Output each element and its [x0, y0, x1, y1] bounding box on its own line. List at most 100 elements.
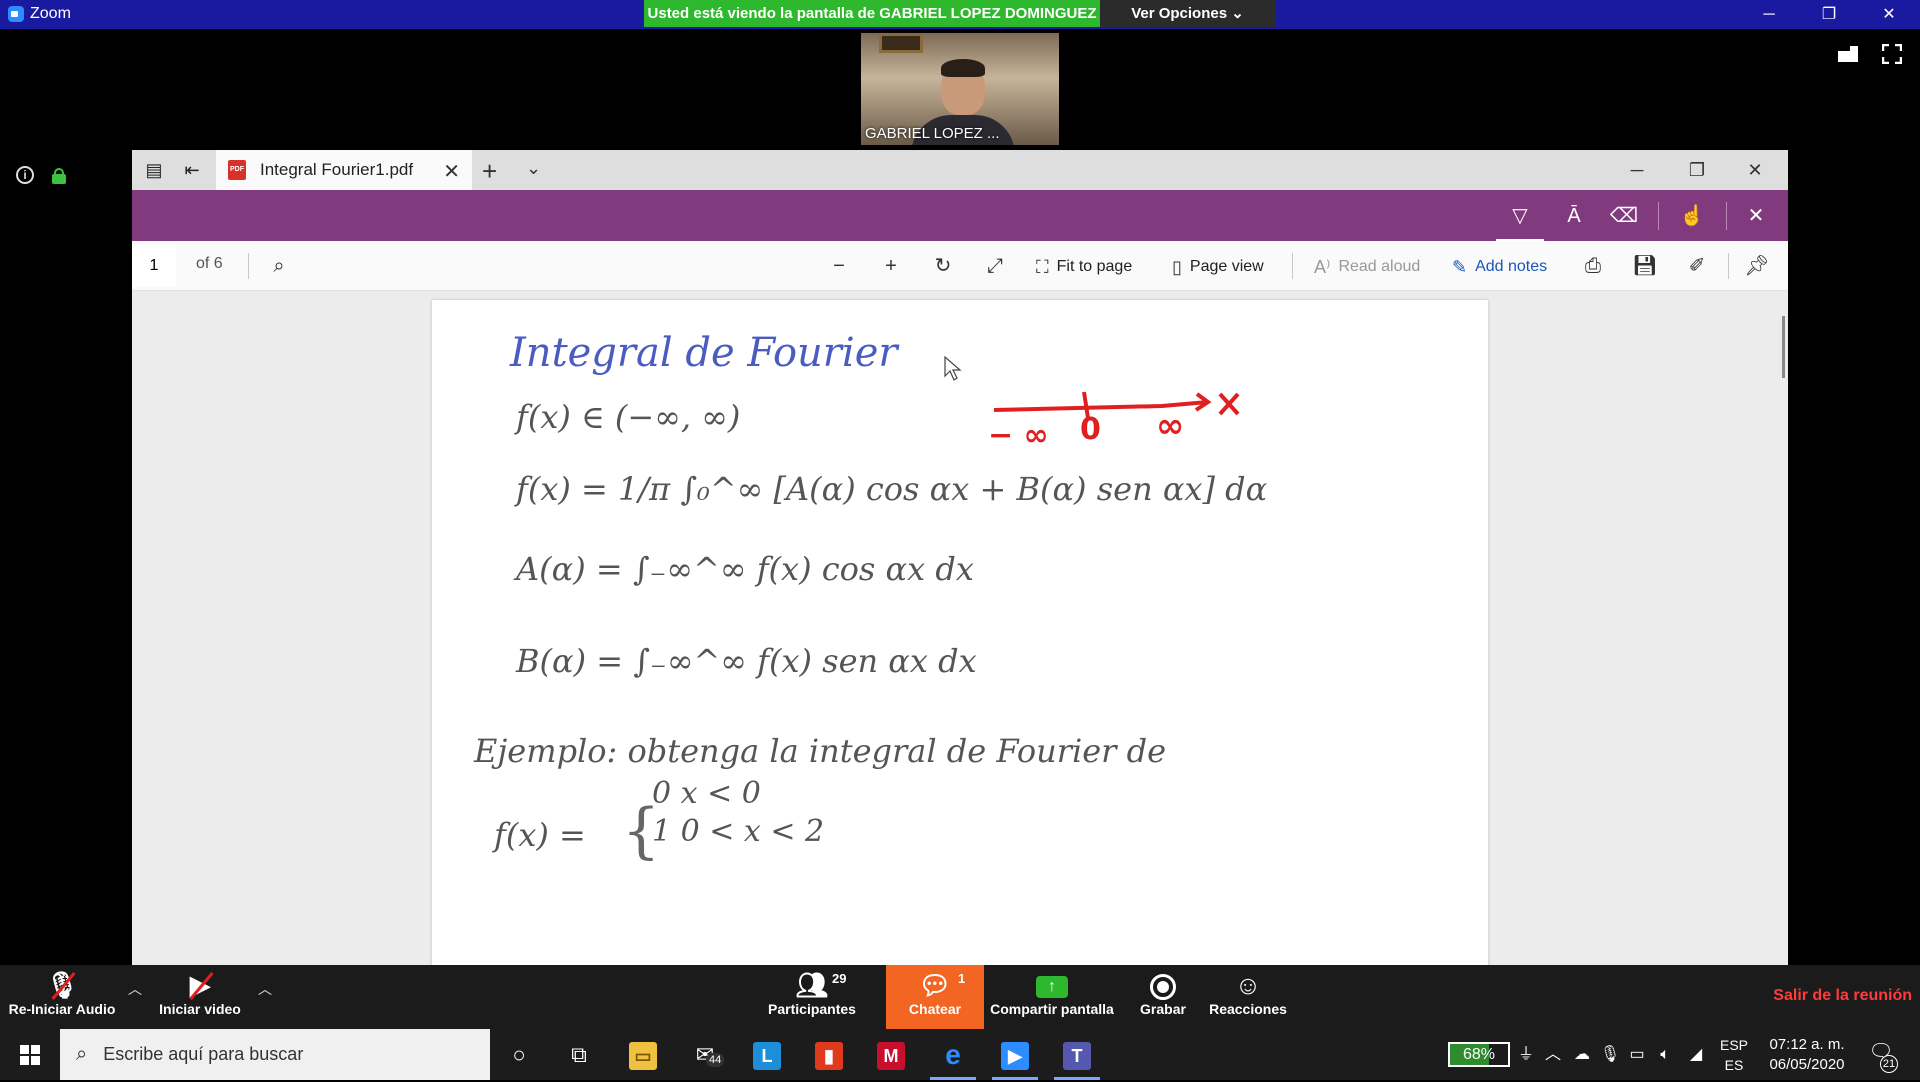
reactions-button[interactable]: ☺︎ Reacciones	[1206, 965, 1290, 1029]
zoom-title-text: Zoom	[30, 5, 71, 22]
toolbar-separator	[1292, 253, 1293, 279]
edge-minimize-button[interactable]: ─	[1612, 154, 1662, 186]
audio-button[interactable]: 🎙︎ Re-Iniciar Audio	[0, 965, 124, 1029]
notifications-count: 21	[1880, 1055, 1898, 1073]
rotate-icon[interactable]: ↻	[928, 252, 958, 280]
mail-icon[interactable]: ✉ 44	[676, 1029, 734, 1080]
notifications-icon[interactable]: 🗨︎ 21	[1866, 1039, 1898, 1073]
show-hidden-icons-chevron-icon[interactable]: ︿	[1540, 1029, 1566, 1080]
battery-indicator[interactable]: 68%	[1448, 1042, 1510, 1067]
cortana-icon[interactable]: ○	[490, 1029, 548, 1080]
ink-separator	[1726, 202, 1727, 230]
read-aloud-button[interactable]: A⁾ Read aloud	[1314, 254, 1420, 280]
audio-options-chevron-icon[interactable]: ︿	[128, 979, 142, 999]
start-button[interactable]	[0, 1029, 60, 1080]
zoom-out-icon[interactable]: −	[824, 252, 854, 280]
zoom-app-title: Zoom	[8, 5, 71, 23]
mail-badge: 44	[706, 1053, 725, 1067]
l-app-icon[interactable]: L	[738, 1029, 796, 1080]
tab-pdf[interactable]: PDF Integral Fourier1.pdf ✕	[216, 150, 472, 190]
edge-close-button[interactable]: ✕	[1730, 154, 1780, 186]
add-notes-button[interactable]: ✎ Add notes	[1452, 254, 1547, 280]
close-button[interactable]: ✕	[1866, 0, 1912, 29]
share-screen-button[interactable]: ↑ Compartir pantalla	[986, 965, 1118, 1029]
leave-meeting-button[interactable]: Salir de la reunión	[1773, 987, 1912, 1005]
participants-count: 29	[832, 971, 847, 986]
wifi-icon[interactable]: ◢	[1682, 1029, 1710, 1080]
file-explorer-icon[interactable]: ▭	[614, 1029, 672, 1080]
document-viewer[interactable]: Integral de Fourier f(x) ∈ (−∞, ∞) f(x) …	[132, 291, 1788, 965]
edge-restore-button[interactable]: ❐	[1672, 154, 1722, 186]
tab-bar: ▤ ⇤ PDF Integral Fourier1.pdf ✕ + ⌄ ─ ❐ …	[132, 150, 1788, 190]
zoom-taskbar-icon[interactable]: ▶	[986, 1029, 1044, 1080]
language-primary: ESP	[1720, 1037, 1749, 1053]
zoom-in-icon[interactable]: +	[876, 252, 906, 280]
scrollbar-thumb[interactable]	[1782, 316, 1785, 378]
volume-icon[interactable]: 🔈︎	[1652, 1029, 1678, 1080]
fit-page-icon: ⛶	[1036, 256, 1049, 277]
battery-percent: 68%	[1462, 1046, 1496, 1063]
save-as-icon[interactable]: ✐	[1682, 252, 1712, 280]
draw-pen-icon[interactable]: ▽	[1496, 199, 1544, 242]
teams-icon[interactable]: T	[1048, 1029, 1106, 1080]
chat-button[interactable]: 💬︎ Chatear 1	[886, 965, 984, 1029]
mcafee-icon[interactable]: M	[862, 1029, 920, 1080]
taskbar-search[interactable]: ⌕ Escribe aquí para buscar	[60, 1029, 490, 1080]
pdf-page[interactable]: Integral de Fourier f(x) ∈ (−∞, ∞) f(x) …	[432, 300, 1488, 965]
microphone-icon[interactable]: 🎙︎	[1598, 1029, 1622, 1080]
fit-to-page-button[interactable]: ⛶ Fit to page	[1036, 254, 1132, 280]
video-button[interactable]: ▶︎ Iniciar video	[150, 965, 250, 1029]
zoom-logo-icon	[8, 6, 24, 22]
battery-icon[interactable]: ▭	[1624, 1029, 1650, 1080]
pen-icon: ✎	[1452, 256, 1468, 277]
participant-hair	[941, 59, 985, 77]
expand-icon[interactable]: ⤢	[980, 252, 1010, 280]
participants-button[interactable]: 👥︎ Participantes 29	[760, 965, 864, 1029]
pdf-toolbar: 1 of 6 ⌕ − + ↻ ⤢ ⛶ Fit to page ▯ Page vi…	[132, 241, 1788, 291]
onedrive-cloud-icon[interactable]: ☁	[1568, 1029, 1596, 1080]
encryption-lock-icon[interactable]	[52, 168, 66, 184]
tab-list-chevron-icon[interactable]: ⌄	[526, 158, 541, 179]
page-number-input[interactable]: 1	[132, 245, 176, 287]
new-tab-button[interactable]: +	[482, 156, 497, 187]
page-view-label: Page view	[1189, 258, 1264, 275]
clock[interactable]: 07:12 a. m. 06/05/2020	[1766, 1035, 1848, 1075]
ink-zero: 0	[1080, 412, 1101, 447]
print-icon[interactable]: ⎙	[1578, 252, 1608, 280]
lock-body	[52, 174, 66, 184]
doc-example: Ejemplo: obtenga la integral de Fourier …	[474, 732, 1167, 770]
search-icon[interactable]: ⌕	[264, 252, 294, 280]
page-count: of 6	[196, 255, 223, 272]
eraser-icon[interactable]: ⌫	[1606, 199, 1642, 233]
task-view-icon[interactable]: ⧉	[550, 1029, 608, 1080]
page-view-button[interactable]: ▯ Page view	[1172, 254, 1264, 280]
language-indicator[interactable]: ESP ES	[1720, 1035, 1748, 1075]
tab-close-icon[interactable]: ✕	[443, 159, 460, 184]
touch-writing-icon[interactable]: ☝	[1674, 199, 1710, 233]
pin-toolbar-icon[interactable]: 📌︎	[1742, 252, 1772, 280]
doc-piecewise-lhs: f(x) =	[494, 816, 586, 854]
video-options-chevron-icon[interactable]: ︿	[258, 979, 272, 999]
restore-button[interactable]: ❐	[1806, 0, 1852, 29]
save-icon[interactable]: 💾︎	[1630, 252, 1660, 280]
tab-aside-icon[interactable]: ⇤	[176, 158, 208, 184]
ink-neg-infinity: − ∞	[988, 418, 1049, 453]
minimize-button[interactable]: ─	[1746, 0, 1792, 29]
record-button[interactable]: Grabar	[1126, 965, 1200, 1029]
add-notes-label: Add notes	[1475, 258, 1548, 275]
highlight-text-icon[interactable]: Ā	[1556, 199, 1592, 233]
record-label: Grabar	[1140, 1001, 1186, 1017]
edge-icon[interactable]: e	[924, 1029, 982, 1080]
fullscreen-icon[interactable]	[1882, 44, 1902, 64]
search-icon: ⌕	[76, 1043, 88, 1065]
windows-logo-icon	[20, 1045, 40, 1065]
close-ink-icon[interactable]: ✕	[1738, 199, 1774, 233]
participant-video[interactable]: GABRIEL LOPEZ ...	[861, 33, 1059, 145]
meeting-info-icon[interactable]: i	[16, 166, 34, 184]
toolbar-separator	[248, 253, 249, 279]
view-options-button[interactable]: Ver Opciones ⌄	[1100, 0, 1275, 27]
office-icon[interactable]: ▮	[800, 1029, 858, 1080]
layout-icon[interactable]	[1838, 46, 1858, 62]
tab-collections-icon[interactable]: ▤	[138, 158, 170, 184]
plug-icon[interactable]: ⏚	[1516, 1029, 1536, 1080]
